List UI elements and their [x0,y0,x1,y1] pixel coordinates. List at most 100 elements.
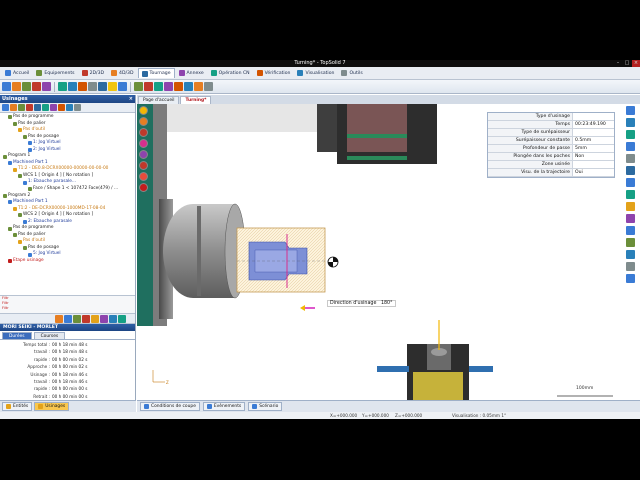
navigation-tool-icon[interactable] [626,142,635,151]
property-row[interactable]: Type de surépaisseur [488,129,614,137]
machine-tool-icon[interactable] [82,314,90,323]
property-value[interactable]: 0.5mm [572,137,614,144]
navigation-tool-icon[interactable] [626,214,635,223]
panel-tool-icon[interactable] [2,104,9,111]
property-value[interactable]: Non [572,153,614,160]
navigation-tool-icon[interactable] [626,274,635,283]
ribbon-tab-2[interactable]: 2D/3D [79,68,107,78]
toolbar-tool-icon[interactable] [98,82,107,91]
panel-tool-icon[interactable] [34,104,41,111]
machine-tab-0[interactable]: Durées [2,332,32,339]
tree-node[interactable]: Etape usinage [0,258,135,265]
left-bottom-tab-1[interactable]: Usinages [34,402,70,411]
property-row[interactable]: Temps 00:23:49.190 [488,121,614,129]
machine-tool-icon[interactable] [100,314,108,323]
toolbar-tool-icon[interactable] [42,82,51,91]
panel-tool-icon[interactable] [74,104,81,111]
property-row[interactable]: Visu. de la trajectoire Oui [488,169,614,177]
left-bottom-tab-0[interactable]: Entités [2,402,33,411]
panel-tool-icon[interactable] [42,104,49,111]
machine-tab-1[interactable]: Courses [33,332,66,339]
navigation-tool-icon[interactable] [626,190,635,199]
panel-tool-icon[interactable] [18,104,25,111]
panel-tool-icon[interactable] [50,104,57,111]
view-tool-icon[interactable] [139,150,148,159]
minimize-icon[interactable]: – [614,60,622,67]
navigation-tool-icon[interactable] [626,166,635,175]
panel-tool-icon[interactable] [10,104,17,111]
machine-tool-icon[interactable] [73,314,81,323]
navigation-tool-icon[interactable] [626,250,635,259]
view-tool-icon[interactable] [139,183,148,192]
property-row[interactable]: Surépaisseur constante 0.5mm [488,137,614,145]
machine-tool-icon[interactable] [91,314,99,323]
ribbon-tab-5[interactable]: Annexe [176,68,207,78]
toolbar-tool-icon[interactable] [154,82,163,91]
navigation-tool-icon[interactable] [626,118,635,127]
ribbon-tab-7[interactable]: Vérification [254,68,294,78]
property-value[interactable] [572,161,614,168]
toolbar-tool-icon[interactable] [118,82,127,91]
property-row[interactable]: Plongée dans les poches Non [488,153,614,161]
navigation-tool-icon[interactable] [626,238,635,247]
panel-tool-icon[interactable] [66,104,73,111]
navigation-tool-icon[interactable] [626,226,635,235]
ribbon-tab-0[interactable]: Accueil [2,68,32,78]
3d-viewport[interactable]: Type d'usinage Temps 00:23:49.190 Type de s… [137,104,640,400]
toolbar-tool-icon[interactable] [174,82,183,91]
property-row[interactable]: Type d'usinage [488,113,614,121]
property-value[interactable]: Oui [572,169,614,176]
view-tool-icon[interactable] [139,106,148,115]
ribbon-tab-6[interactable]: Opération CN [208,68,253,78]
ribbon-tab-1[interactable]: Equipements [33,68,77,78]
toolbar-tool-icon[interactable] [164,82,173,91]
document-tab-1[interactable]: Turning* [180,96,212,104]
toolbar-tool-icon[interactable] [2,82,11,91]
document-tab-0[interactable]: Page d'accueil [138,96,180,104]
ribbon-tab-3[interactable]: 4D/3D [108,68,136,78]
toolbar-tool-icon[interactable] [78,82,87,91]
toolbar-tool-icon[interactable] [204,82,213,91]
navigation-tool-icon[interactable] [626,262,635,271]
navigation-tool-icon[interactable] [626,106,635,115]
property-value[interactable] [572,113,614,120]
property-value[interactable]: 5mm [572,145,614,152]
panel-tool-icon[interactable] [58,104,65,111]
toolbar-tool-icon[interactable] [144,82,153,91]
toolbar-tool-icon[interactable] [184,82,193,91]
machine-tool-icon[interactable] [109,314,117,323]
status-button-1[interactable]: Evènements [202,402,246,411]
toolbar-tool-icon[interactable] [68,82,77,91]
toolbar-tool-icon[interactable] [22,82,31,91]
view-tool-icon[interactable] [139,172,148,181]
close-icon[interactable]: × [632,60,640,67]
property-row[interactable]: Profondeur de passe 5mm [488,145,614,153]
property-row[interactable]: Zone usinée [488,161,614,169]
status-button-2[interactable]: Scénario [248,402,283,411]
toolbar-tool-icon[interactable] [108,82,117,91]
maximize-icon[interactable]: □ [623,60,631,67]
ribbon-tab-9[interactable]: Outils [338,68,365,78]
toolbar-tool-icon[interactable] [134,82,143,91]
navigation-tool-icon[interactable] [626,130,635,139]
toolbar-tool-icon[interactable] [194,82,203,91]
toolbar-tool-icon[interactable] [12,82,21,91]
navigation-tool-icon[interactable] [626,178,635,187]
close-panel-icon[interactable]: × [129,95,133,103]
ribbon-tab-4[interactable]: Tournage [137,68,175,78]
property-value[interactable]: 00:23:49.190 [572,121,614,128]
view-tool-icon[interactable] [139,139,148,148]
machine-tool-icon[interactable] [118,314,126,323]
toolbar-tool-icon[interactable] [88,82,97,91]
navigation-tool-icon[interactable] [626,202,635,211]
view-tool-icon[interactable] [139,161,148,170]
machine-tool-icon[interactable] [64,314,72,323]
view-tool-icon[interactable] [139,117,148,126]
machine-tool-icon[interactable] [55,314,63,323]
navigation-tool-icon[interactable] [626,154,635,163]
property-value[interactable] [572,129,614,136]
status-button-0[interactable]: Conditions de coupe [140,402,200,411]
panel-tool-icon[interactable] [26,104,33,111]
toolbar-tool-icon[interactable] [32,82,41,91]
view-tool-icon[interactable] [139,128,148,137]
